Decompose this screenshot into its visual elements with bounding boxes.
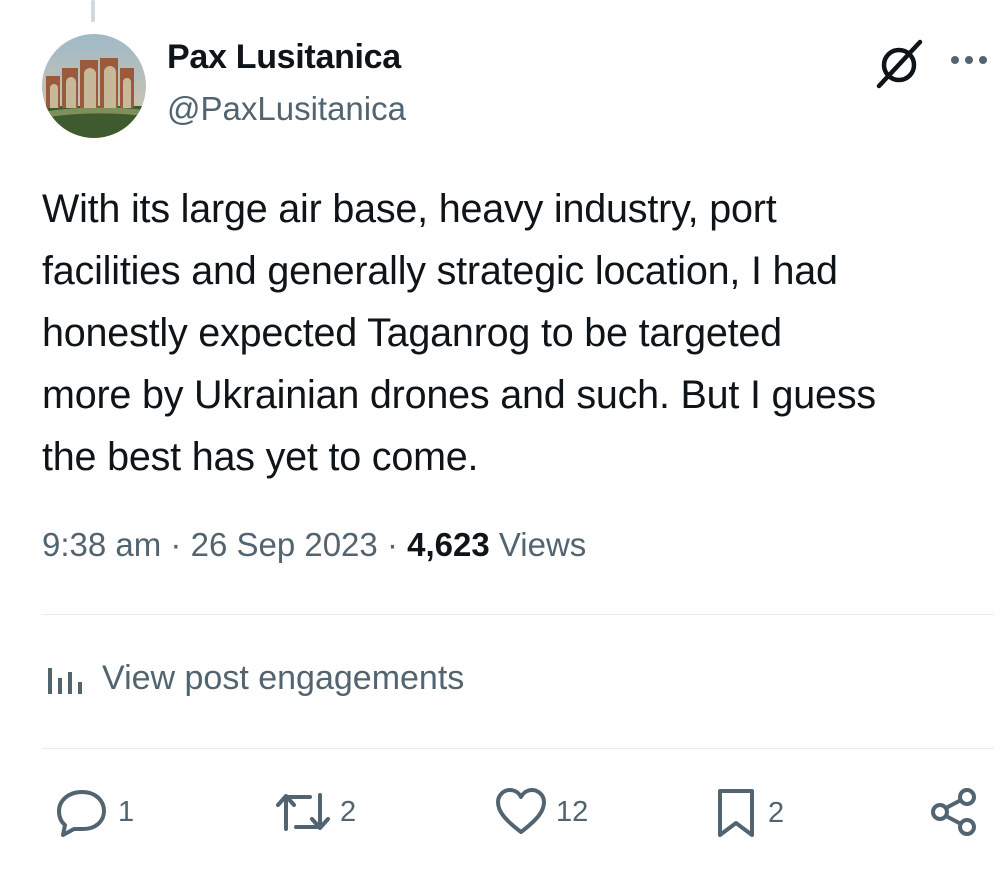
- author-display-name[interactable]: Pax Lusitanica: [167, 38, 401, 77]
- view-engagements-label: View post engagements: [102, 658, 465, 697]
- repost-icon: [276, 793, 330, 831]
- meta-separator: ·: [386, 526, 398, 563]
- author-handle[interactable]: @PaxLusitanica: [167, 90, 406, 128]
- bookmark-icon: [718, 789, 754, 837]
- views-count: 4,623: [407, 526, 490, 563]
- like-count: 12: [556, 795, 589, 828]
- post-text: With its large air base, heavy industry,…: [42, 178, 992, 488]
- post-date[interactable]: 26 Sep 2023: [191, 526, 378, 563]
- like-button[interactable]: 12: [494, 787, 588, 837]
- view-engagements-link[interactable]: View post engagements: [42, 658, 464, 698]
- share-button[interactable]: [928, 787, 988, 837]
- repost-button[interactable]: 2: [274, 787, 356, 837]
- post-time[interactable]: 9:38 am: [42, 526, 161, 563]
- analytics-icon: [48, 668, 82, 694]
- divider: [42, 748, 994, 749]
- reply-count: 1: [118, 795, 135, 828]
- meta-separator: ·: [170, 526, 182, 563]
- post-text-line: honestly expected Taganrog to be targete…: [42, 311, 782, 355]
- reply-icon: [57, 790, 106, 837]
- grok-icon[interactable]: [874, 38, 926, 90]
- post-text-line: With its large air base, heavy industry,…: [42, 187, 777, 231]
- post-metadata: 9:38 am · 26 Sep 2023 · 4,623 Views: [42, 526, 586, 564]
- reply-button[interactable]: 1: [54, 787, 134, 837]
- post-text-line: the best has yet to come.: [42, 435, 479, 479]
- post-text-line: facilities and generally strategic locat…: [42, 249, 838, 293]
- repost-count: 2: [340, 795, 357, 828]
- more-options-icon[interactable]: [946, 40, 992, 80]
- like-icon: [496, 788, 546, 834]
- bookmark-button[interactable]: 2: [714, 787, 784, 839]
- share-icon: [931, 788, 976, 836]
- divider: [42, 614, 994, 615]
- avatar[interactable]: [42, 34, 146, 138]
- post-text-line: more by Ukrainian drones and such. But I…: [42, 373, 876, 417]
- views-label: Views: [498, 526, 587, 563]
- thread-connector-line: [91, 0, 95, 22]
- bookmark-count: 2: [768, 796, 785, 829]
